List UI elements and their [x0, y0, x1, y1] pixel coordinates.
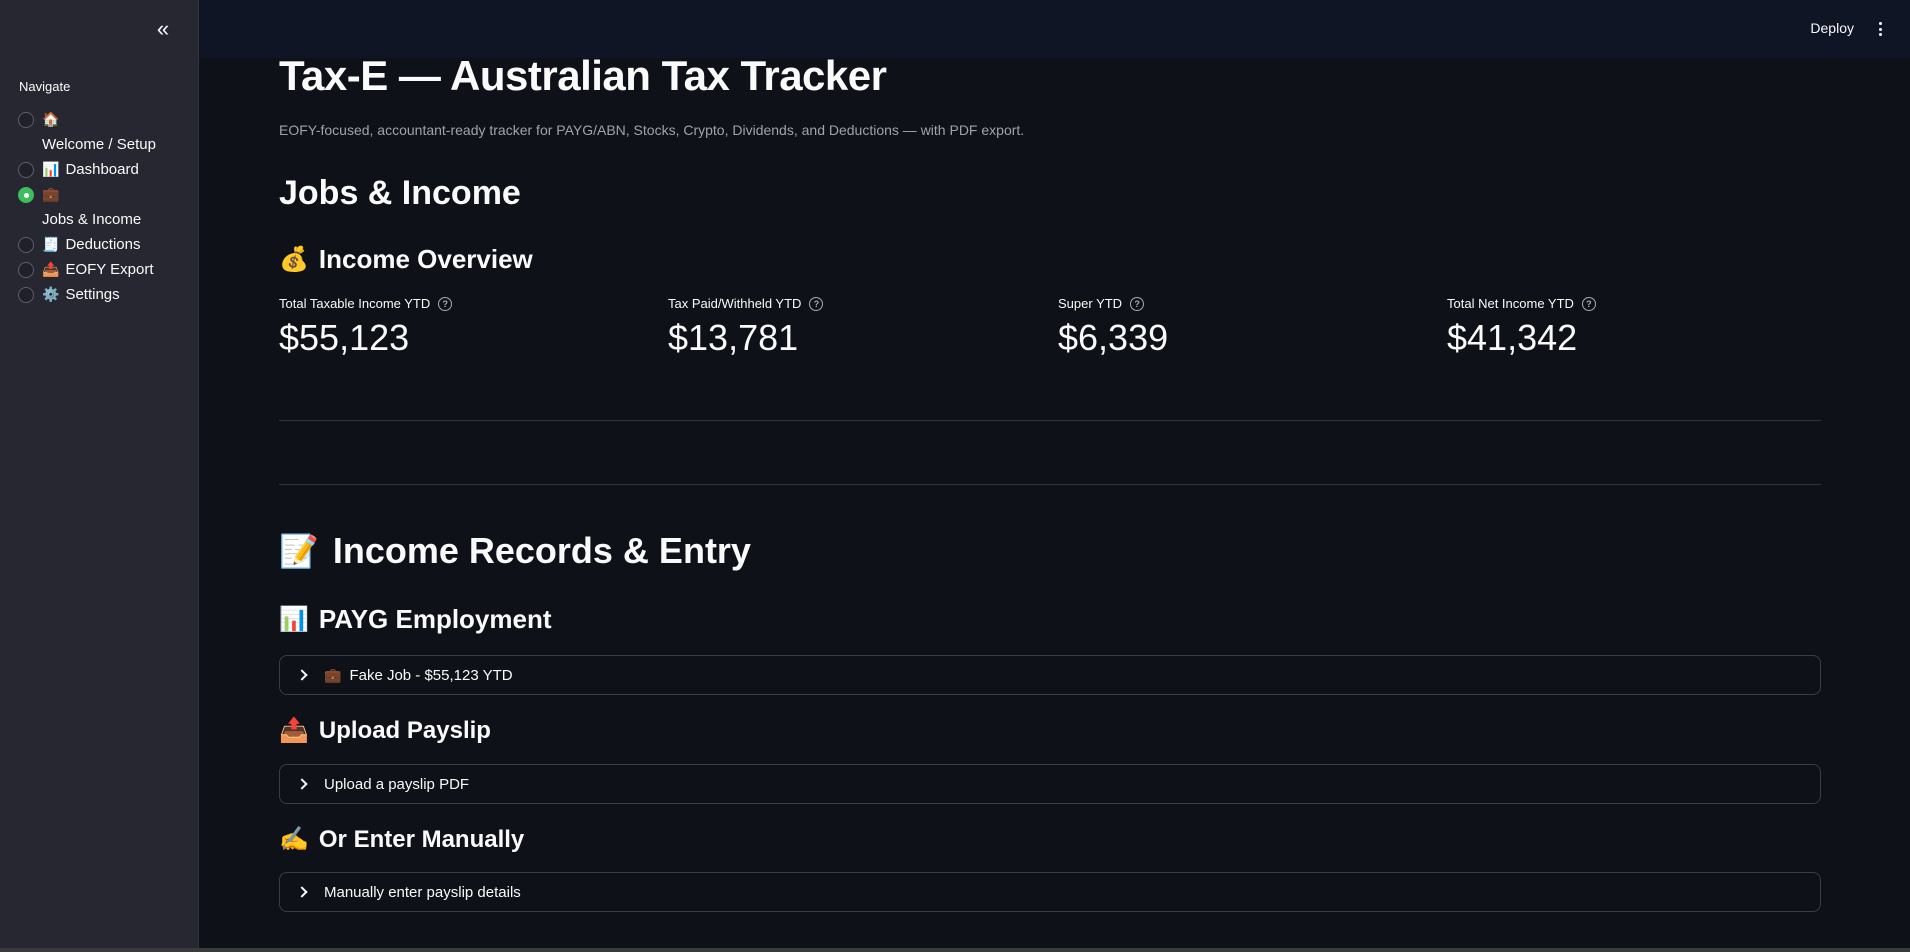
payg-employment-heading: 📊 PAYG Employment	[279, 604, 552, 635]
outbox-tray-icon: 📤	[279, 717, 309, 744]
writing-hand-icon: ✍️	[279, 826, 309, 853]
kebab-menu-icon[interactable]	[1874, 18, 1886, 40]
metric-label: Super YTD	[1058, 296, 1123, 311]
income-overview-heading: 💰 Income Overview	[279, 244, 533, 275]
expander-label: Upload a payslip PDF	[324, 775, 470, 793]
nav-item-label: Welcome / Setup	[42, 136, 156, 153]
metric-super: Super YTD ? $6,339	[1058, 296, 1418, 359]
house-icon: 🏠	[42, 111, 60, 127]
page-subtitle: EOFY-focused, accountant-ready tracker f…	[279, 122, 1025, 138]
income-records-heading: 📝 Income Records & Entry	[279, 530, 751, 572]
app-header: Deploy	[199, 0, 1910, 58]
metric-value: $6,339	[1058, 317, 1169, 358]
nav-item-settings[interactable]: ⚙️ Settings	[18, 282, 178, 307]
heading-text: Upload Payslip	[318, 716, 491, 744]
chevron-right-icon	[296, 778, 308, 790]
radio-button-selected[interactable]	[18, 187, 34, 203]
heading-text: Income Records & Entry	[332, 530, 751, 571]
heading-text: PAYG Employment	[318, 604, 552, 634]
gear-icon: ⚙️	[42, 286, 60, 302]
expander-label: Manually enter payslip details	[324, 883, 521, 901]
metric-value: $41,342	[1447, 317, 1578, 358]
metric-value: $13,781	[668, 317, 799, 358]
nav-radio-group: 🏠 Welcome / Setup 📊 Dashboard 💼 Jobs & I…	[18, 107, 178, 307]
help-icon[interactable]: ?	[1130, 296, 1145, 311]
nav-item-deductions[interactable]: 🧾 Deductions	[18, 232, 178, 257]
sidebar: « Navigate 🏠 Welcome / Setup 📊 Dashboard…	[0, 0, 199, 952]
collapse-sidebar-icon[interactable]: «	[150, 16, 176, 42]
deploy-button[interactable]: Deploy	[1810, 20, 1854, 36]
radio-button[interactable]	[18, 162, 34, 178]
nav-item-label: Settings	[65, 286, 120, 303]
radio-button[interactable]	[18, 262, 34, 278]
radio-button[interactable]	[18, 237, 34, 253]
nav-item-label: EOFY Export	[65, 261, 154, 278]
metric-label: Total Net Income YTD	[1447, 296, 1574, 311]
metrics-row: Total Taxable Income YTD ? $55,123 Tax P…	[279, 296, 1821, 366]
receipt-icon: 🧾	[42, 236, 60, 252]
help-icon[interactable]: ?	[809, 296, 824, 311]
chevron-right-icon	[296, 669, 308, 681]
metric-total-net-income: Total Net Income YTD ? $41,342	[1447, 296, 1807, 359]
divider	[279, 484, 1821, 485]
upload-payslip-heading: 📤 Upload Payslip	[279, 716, 491, 745]
bar-chart-icon: 📊	[42, 161, 60, 177]
help-icon[interactable]: ?	[438, 296, 453, 311]
outbox-tray-icon: 📤	[42, 261, 60, 277]
nav-item-jobs-income[interactable]: 💼 Jobs & Income	[18, 182, 178, 232]
heading-text: Or Enter Manually	[318, 825, 525, 853]
page-title: Tax-E — Australian Tax Tracker	[279, 52, 887, 99]
expander-label: Fake Job - $55,123 YTD	[349, 666, 513, 684]
nav-item-label: Deductions	[65, 236, 141, 253]
nav-item-dashboard[interactable]: 📊 Dashboard	[18, 157, 178, 182]
heading-text: Income Overview	[318, 244, 533, 274]
nav-item-eofy-export[interactable]: 📤 EOFY Export	[18, 257, 178, 282]
expander-manual-entry[interactable]: Manually enter payslip details	[279, 872, 1821, 912]
metric-total-taxable-income: Total Taxable Income YTD ? $55,123	[279, 296, 639, 359]
money-bag-icon: 💰	[279, 246, 309, 273]
nav-item-welcome-setup[interactable]: 🏠 Welcome / Setup	[18, 107, 178, 157]
enter-manually-heading: ✍️ Or Enter Manually	[279, 825, 524, 854]
nav-item-label: Dashboard	[65, 161, 139, 178]
chevron-right-icon	[296, 886, 308, 898]
bar-chart-icon: 📊	[279, 606, 309, 633]
briefcase-icon: 💼	[42, 186, 60, 202]
bottom-edge	[0, 948, 1910, 952]
metric-label: Tax Paid/Withheld YTD	[668, 296, 802, 311]
memo-icon: 📝	[279, 533, 319, 569]
nav-item-label: Jobs & Income	[42, 211, 142, 228]
section-title-jobs-income: Jobs & Income	[279, 174, 521, 212]
briefcase-icon: 💼	[324, 666, 342, 683]
expander-upload-payslip[interactable]: Upload a payslip PDF	[279, 764, 1821, 804]
help-icon[interactable]: ?	[1581, 296, 1596, 311]
nav-title: Navigate	[19, 79, 71, 94]
radio-button[interactable]	[18, 287, 34, 303]
radio-button[interactable]	[18, 112, 34, 128]
metric-value: $55,123	[279, 317, 410, 358]
expander-fake-job[interactable]: 💼 Fake Job - $55,123 YTD	[279, 655, 1821, 695]
metric-tax-paid-withheld: Tax Paid/Withheld YTD ? $13,781	[668, 296, 1028, 359]
metric-label: Total Taxable Income YTD	[279, 296, 431, 311]
divider	[279, 420, 1821, 421]
